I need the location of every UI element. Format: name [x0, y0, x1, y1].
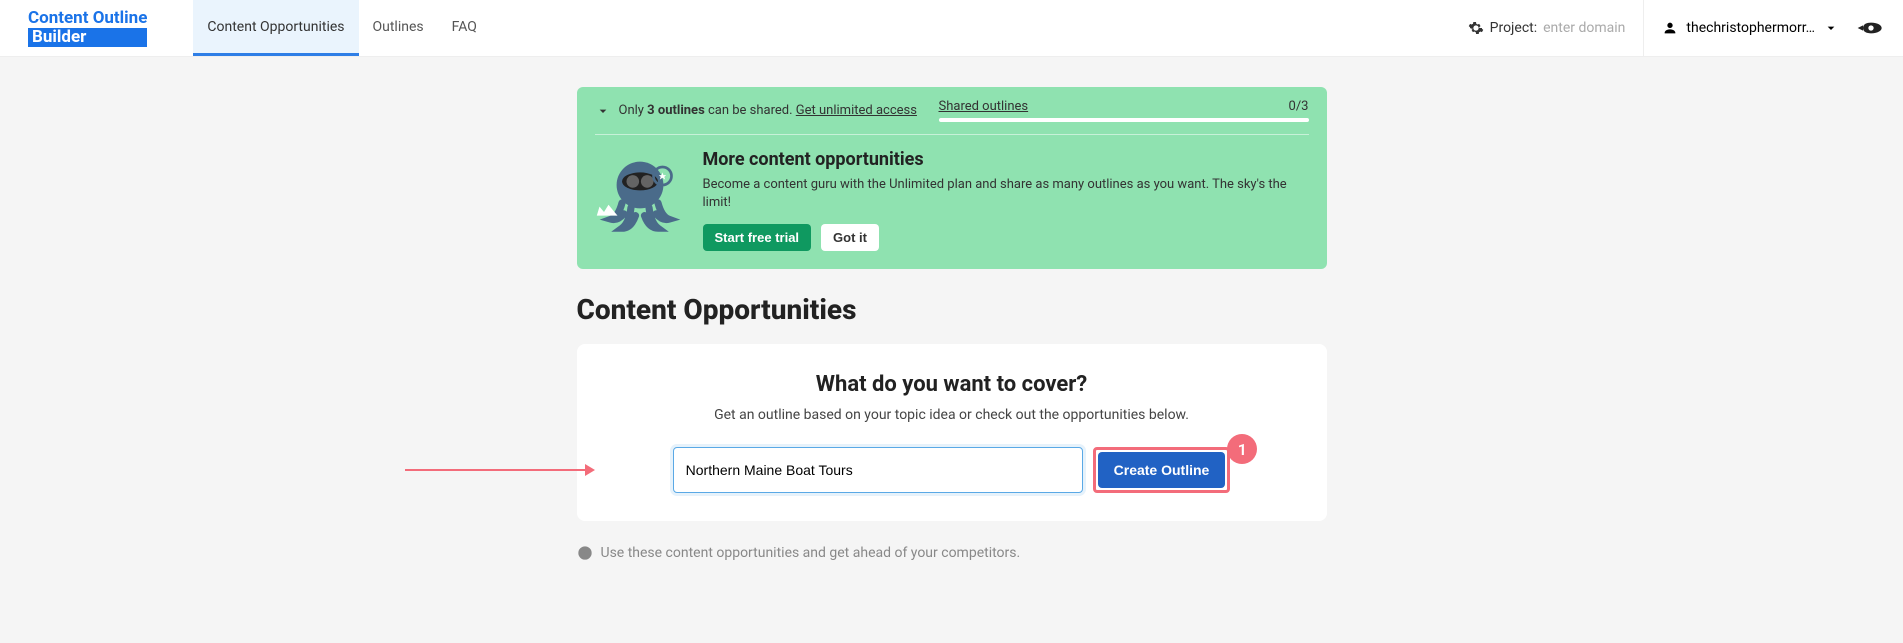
header-right: Project: enter domain thechristophermorr…: [1450, 0, 1903, 56]
logo-line1: Content Outline: [28, 9, 147, 28]
input-row: Create Outline 1: [605, 447, 1299, 493]
create-outline-highlight: Create Outline 1: [1093, 447, 1231, 493]
shared-label[interactable]: Shared outlines: [939, 99, 1029, 114]
shared-ratio: 0/3: [1289, 99, 1309, 114]
footer-tip: Use these content opportunities and get …: [577, 545, 1327, 561]
header: Content Outline Builder Content Opportun…: [0, 0, 1903, 57]
banner-text: More content opportunities Become a cont…: [703, 149, 1309, 251]
page-title: Content Opportunities: [577, 293, 1327, 326]
banner-only-prefix: Only: [619, 103, 648, 118]
banner-limit-text: Only 3 outlines can be shared. Get unlim…: [619, 103, 917, 118]
banner-only-suffix: can be shared.: [705, 103, 796, 118]
username: thechristophermorr…: [1686, 20, 1815, 36]
promo-title: More content opportunities: [703, 149, 1309, 170]
banner-body: More content opportunities Become a cont…: [595, 134, 1309, 251]
tab-outlines[interactable]: Outlines: [359, 0, 438, 56]
got-it-button[interactable]: Got it: [821, 224, 879, 251]
tab-faq[interactable]: FAQ: [438, 0, 491, 56]
shared-row: Shared outlines 0/3: [939, 99, 1309, 114]
project-selector[interactable]: Project: enter domain: [1450, 20, 1644, 36]
project-domain-placeholder: enter domain: [1543, 20, 1625, 36]
main-container: Only 3 outlines can be shared. Get unlim…: [577, 57, 1327, 561]
project-label: Project:: [1490, 20, 1538, 36]
semrush-logo[interactable]: [1857, 0, 1903, 56]
tab-content-opportunities[interactable]: Content Opportunities: [193, 0, 358, 56]
banner-top: Only 3 outlines can be shared. Get unlim…: [595, 99, 1309, 134]
gear-icon: [1468, 20, 1484, 36]
promo-text: Become a content guru with the Unlimited…: [703, 176, 1309, 212]
chevron-down-icon[interactable]: [595, 103, 611, 119]
user-icon: [1662, 20, 1678, 36]
card-subtitle: Get an outline based on your topic idea …: [605, 407, 1299, 423]
progress-bar: [939, 118, 1309, 122]
semrush-icon: [1857, 20, 1885, 36]
nav-tabs: Content Opportunities Outlines FAQ: [193, 0, 491, 56]
start-trial-button[interactable]: Start free trial: [703, 224, 812, 251]
banner-buttons: Start free trial Got it: [703, 224, 1309, 251]
create-outline-button[interactable]: Create Outline: [1098, 452, 1226, 488]
help-icon[interactable]: [577, 545, 593, 561]
annotation-badge-1: 1: [1227, 434, 1257, 464]
topic-card: What do you want to cover? Get an outlin…: [577, 344, 1327, 521]
unlimited-link[interactable]: Get unlimited access: [796, 103, 917, 118]
card-title: What do you want to cover?: [605, 372, 1299, 397]
chevron-down-icon: [1823, 20, 1839, 36]
upgrade-banner: Only 3 outlines can be shared. Get unlim…: [577, 87, 1327, 269]
arrow-annotation: [405, 460, 595, 480]
mascot-icon: [595, 149, 685, 239]
logo-line2: Builder: [28, 28, 147, 47]
footer-tip-text: Use these content opportunities and get …: [601, 545, 1021, 561]
banner-outlines-count: 3 outlines: [647, 103, 705, 118]
shared-outline-meter: Shared outlines 0/3: [939, 99, 1309, 122]
user-menu[interactable]: thechristophermorr…: [1643, 0, 1857, 56]
logo[interactable]: Content Outline Builder: [0, 0, 175, 56]
topic-input[interactable]: [673, 447, 1083, 493]
